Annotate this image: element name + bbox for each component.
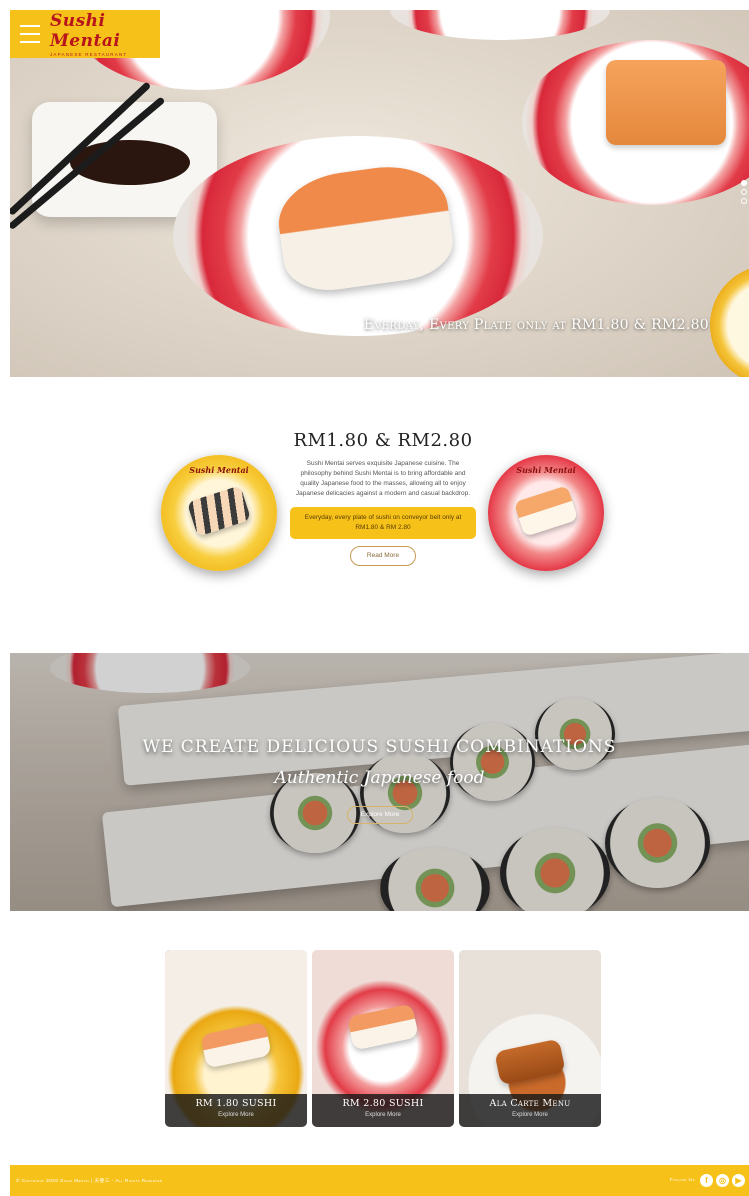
promo-content: RM1.80 & RM2.80 Sushi Mentai serves exqu…: [290, 430, 476, 566]
promo-plate-red: Sushi Mentai: [488, 455, 604, 571]
slider-dot[interactable]: [741, 180, 747, 186]
plate-logo: Sushi Mentai: [516, 465, 576, 475]
hamburger-menu-icon[interactable]: [20, 25, 40, 43]
card-rm180-sushi[interactable]: RM 1.80 SUSHI Explore More: [165, 950, 307, 1127]
card-title: Ala Carte Menu: [489, 1098, 571, 1109]
card-ala-carte-menu[interactable]: Ala Carte Menu Explore More: [459, 950, 601, 1127]
banner-title: WE CREATE DELICIOUS SUSHI COMBINATIONS: [142, 737, 617, 757]
plate-logo: Sushi Mentai: [189, 465, 249, 475]
explore-more-button[interactable]: Explore More: [347, 806, 413, 824]
menu-cards: RM 1.80 SUSHI Explore More RM 2.80 SUSHI…: [165, 950, 601, 1127]
copyright-text: © Copyright 2020 Sushi Mentai | 天使三 - Al…: [16, 1179, 163, 1184]
instagram-icon[interactable]: ◎: [716, 1174, 729, 1187]
combination-banner: WE CREATE DELICIOUS SUSHI COMBINATIONS A…: [10, 653, 749, 911]
brand-name: Sushi Mentai: [49, 11, 121, 51]
footer: © Copyright 2020 Sushi Mentai | 天使三 - Al…: [10, 1165, 749, 1196]
promo-section: Sushi Mentai RM1.80 & RM2.80 Sushi Menta…: [0, 430, 749, 600]
card-label: RM 2.80 SUSHI Explore More: [312, 1094, 454, 1127]
hero-slider[interactable]: Everday, Every Plate only at RM1.80 & RM…: [10, 10, 749, 377]
plate-image: [390, 10, 610, 40]
sushi-roll-image: [606, 60, 726, 145]
card-rm280-sushi[interactable]: RM 2.80 SUSHI Explore More: [312, 950, 454, 1127]
slider-dot[interactable]: [741, 189, 747, 195]
follow-us: Follow Us f ◎ ▶: [670, 1174, 745, 1187]
promo-description: Sushi Mentai serves exquisite Japanese c…: [295, 460, 471, 497]
card-link[interactable]: Explore More: [312, 1112, 454, 1118]
banner-subtitle: Authentic Japanese food: [274, 768, 485, 788]
promo-plate-yellow: Sushi Mentai: [161, 455, 277, 571]
hero-caption: Everday, Every Plate only at RM1.80 & RM…: [363, 317, 709, 333]
promo-highlight: Everyday, every plate of sushi on convey…: [290, 507, 476, 539]
card-label: Ala Carte Menu Explore More: [459, 1094, 601, 1127]
slider-dots: [741, 180, 747, 204]
follow-label: Follow Us: [669, 1178, 695, 1183]
plate-image: [710, 265, 749, 377]
read-more-button[interactable]: Read More: [350, 546, 416, 566]
header-bar: Sushi Mentai JAPANESE RESTAURANT: [10, 10, 160, 58]
sushi-image: [186, 485, 252, 537]
promo-title: RM1.80 & RM2.80: [293, 430, 473, 451]
card-label: RM 1.80 SUSHI Explore More: [165, 1094, 307, 1127]
brand-tagline: JAPANESE RESTAURANT: [49, 52, 128, 57]
card-title: RM 2.80 SUSHI: [342, 1098, 424, 1109]
slider-dot[interactable]: [741, 198, 747, 204]
card-title: RM 1.80 SUSHI: [195, 1098, 277, 1109]
youtube-icon[interactable]: ▶: [732, 1174, 745, 1187]
facebook-icon[interactable]: f: [700, 1174, 713, 1187]
brand-logo[interactable]: Sushi Mentai JAPANESE RESTAURANT: [50, 11, 160, 57]
card-link[interactable]: Explore More: [459, 1112, 601, 1118]
card-link[interactable]: Explore More: [165, 1112, 307, 1118]
sushi-image: [513, 485, 579, 537]
